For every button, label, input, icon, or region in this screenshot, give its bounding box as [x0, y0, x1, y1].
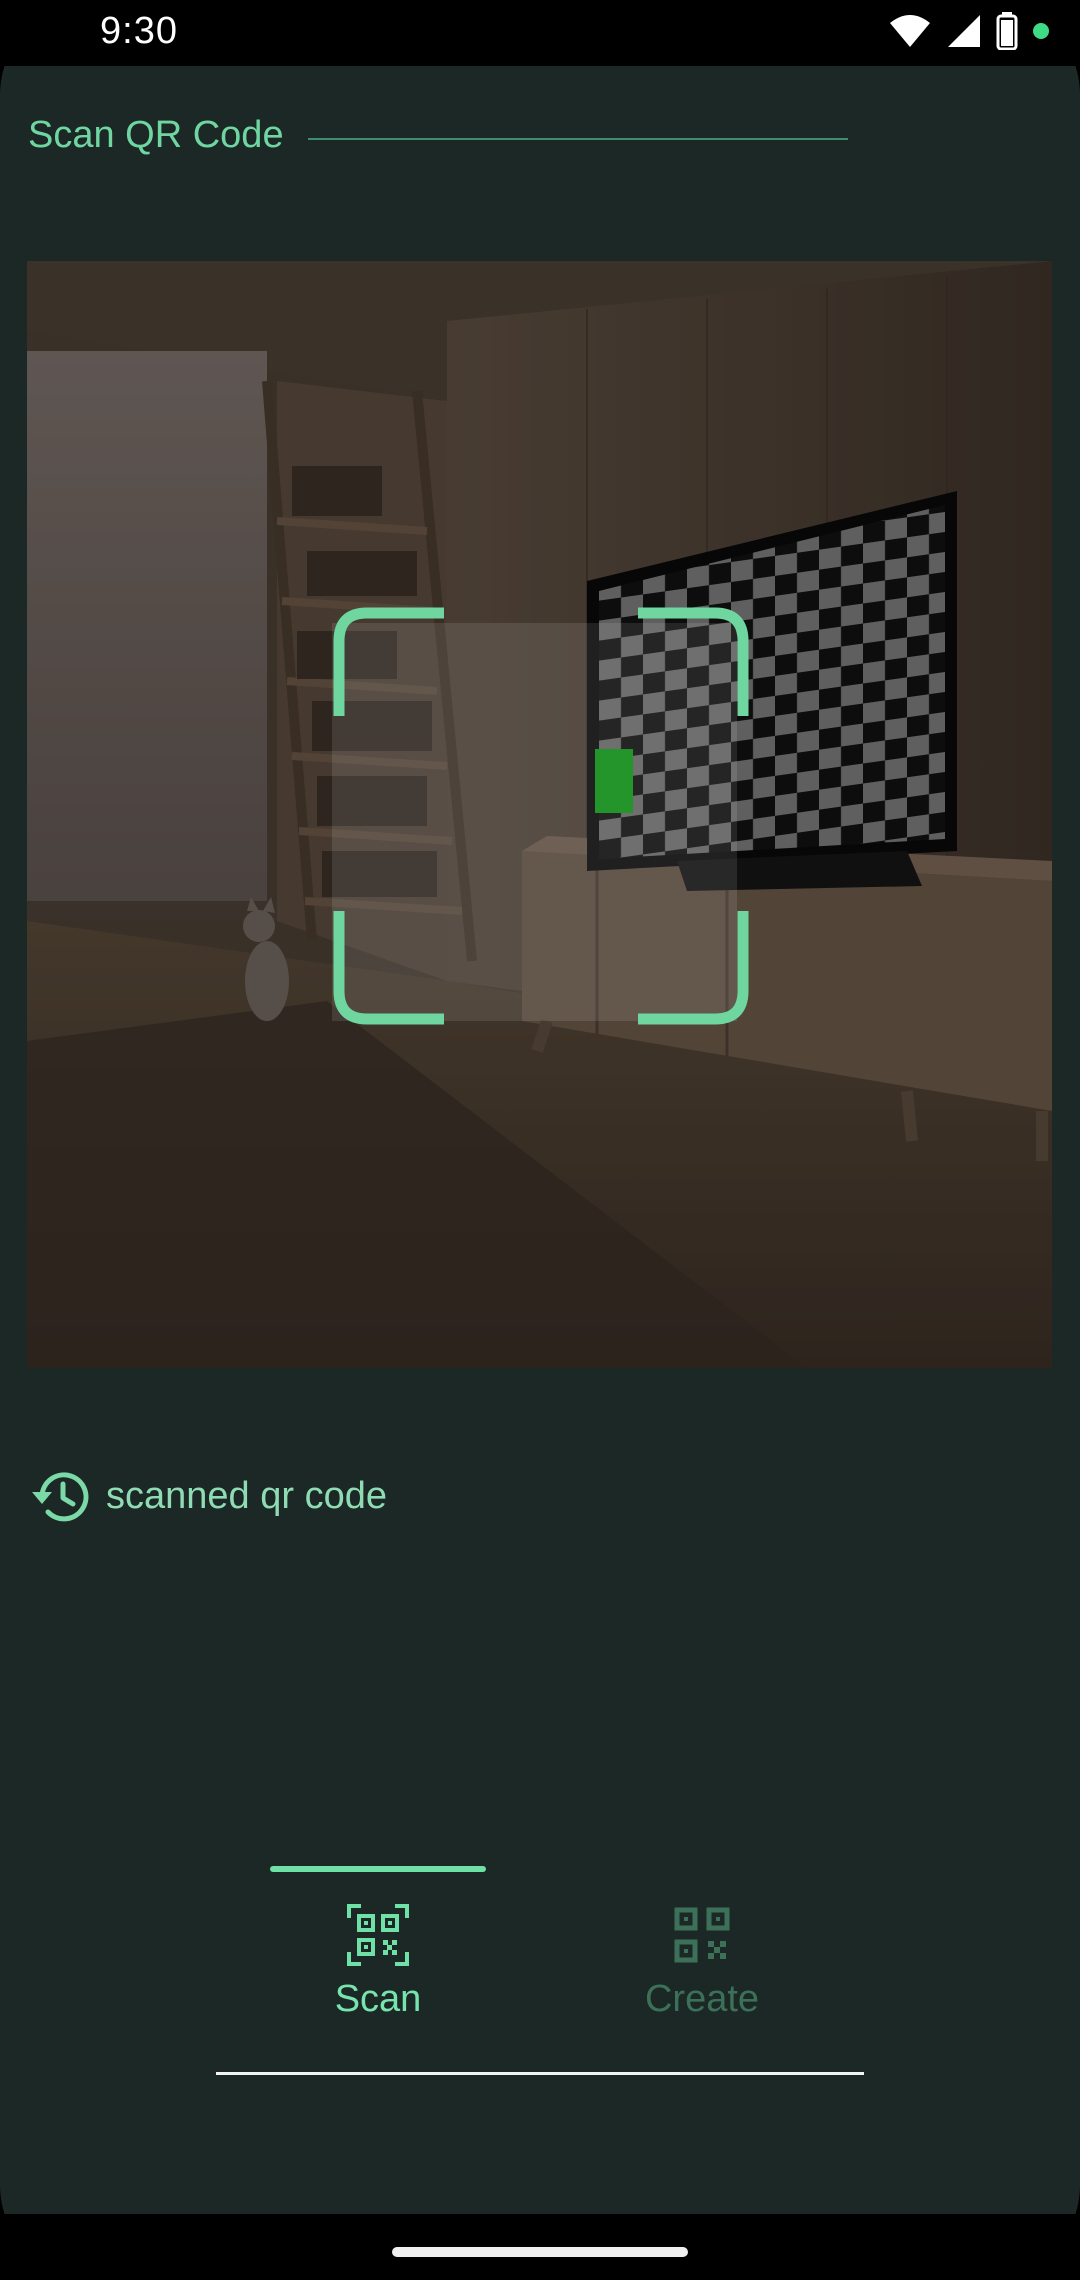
- page-title: Scan QR Code: [28, 114, 284, 156]
- home-handle[interactable]: [392, 2247, 688, 2257]
- history-icon: [32, 1472, 89, 1522]
- cell-signal-icon: [948, 15, 980, 47]
- qr-code-icon: [674, 1907, 730, 1963]
- wifi-icon: [890, 15, 930, 47]
- status-icons: [888, 12, 1050, 50]
- notification-dot-icon: [1033, 23, 1049, 39]
- status-bar: 9:30: [0, 0, 1080, 66]
- status-time: 9:30: [100, 10, 178, 52]
- title-divider: [308, 138, 848, 140]
- tab-indicator: [270, 1866, 486, 1872]
- tab-scan[interactable]: Scan: [216, 1866, 540, 2076]
- navigation-bar: [0, 2214, 1080, 2280]
- qr-scan-icon: [347, 1904, 409, 1966]
- scan-history-row[interactable]: scanned qr code: [30, 1466, 387, 1526]
- history-label: scanned qr code: [106, 1474, 387, 1517]
- tab-create[interactable]: Create: [540, 1866, 864, 2076]
- battery-icon: [996, 12, 1018, 50]
- tabs-divider: [216, 2072, 864, 2075]
- phone-screen: 9:30 Scan QR Code scanned qr code Scan C…: [0, 0, 1080, 2280]
- tab-create-label: Create: [644, 1978, 760, 2020]
- app-screen: Scan QR Code scanned qr code Scan Create: [0, 66, 1080, 2214]
- camera-preview[interactable]: [27, 261, 1052, 1368]
- camera-scene: [27, 261, 1052, 1368]
- bottom-tabs: Scan Create: [216, 1866, 864, 2076]
- tab-scan-label: Scan: [334, 1978, 422, 2020]
